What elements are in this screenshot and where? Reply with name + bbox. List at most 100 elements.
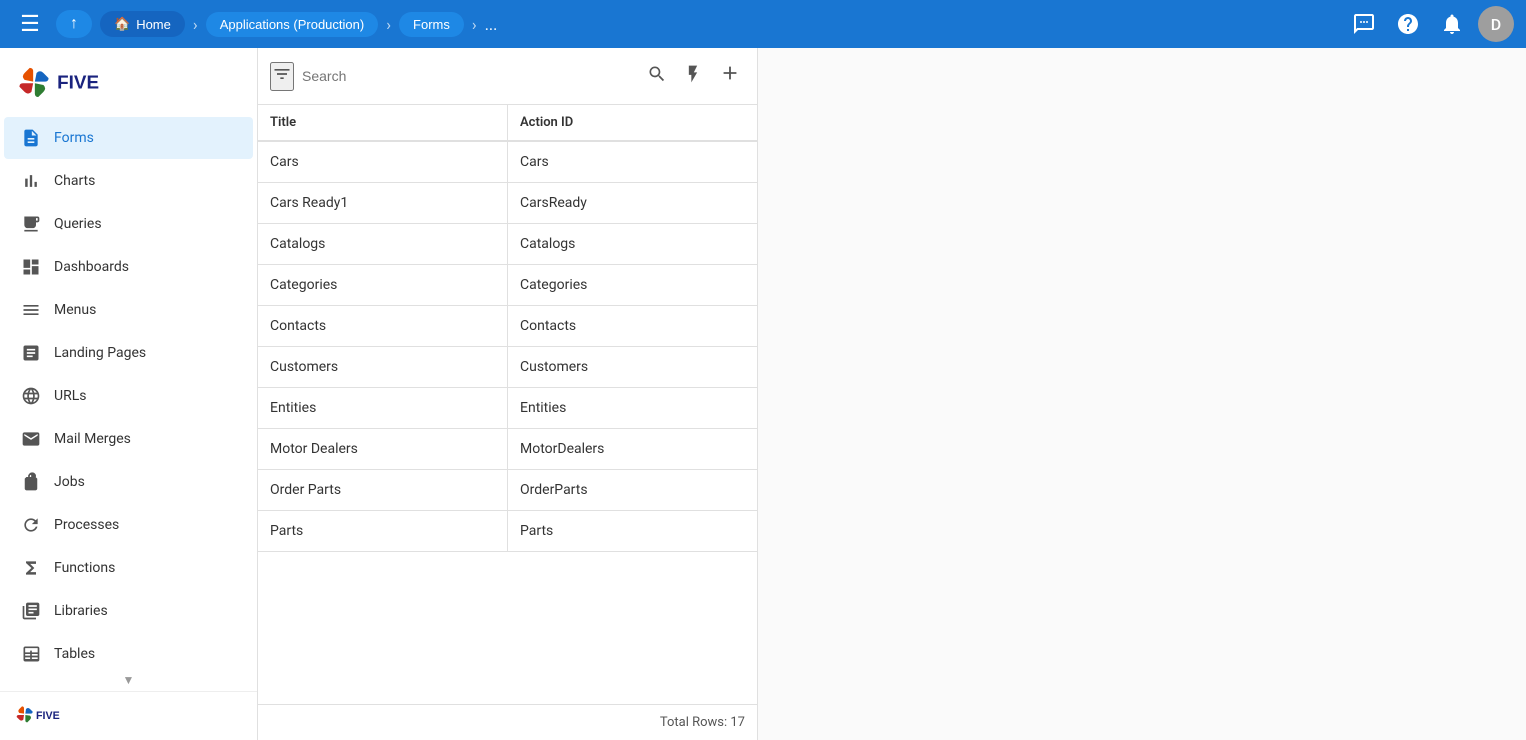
sidebar-scroll-indicator: ▼ <box>0 669 257 691</box>
processes-icon <box>20 514 42 536</box>
add-button[interactable] <box>715 58 745 94</box>
cell-action-id: OrderParts <box>507 470 757 510</box>
sidebar-item-forms[interactable]: Forms <box>4 117 253 159</box>
svg-text:FIVE: FIVE <box>36 710 60 722</box>
cell-title: Customers <box>258 347 507 387</box>
home-button[interactable]: 🏠 Home <box>100 11 185 37</box>
cell-title: Categories <box>258 265 507 305</box>
sidebar-item-libraries[interactable]: Libraries <box>4 590 253 632</box>
table-row[interactable]: EntitiesEntities <box>258 388 757 429</box>
breadcrumb-arrow-2: › <box>386 15 391 34</box>
mail-merges-icon <box>20 428 42 450</box>
sidebar-item-tables-label: Tables <box>54 646 95 662</box>
upload-icon: ↑ <box>70 15 78 33</box>
cell-title: Cars Ready1 <box>258 183 507 223</box>
topbar-icons: D <box>1346 6 1514 42</box>
urls-icon <box>20 385 42 407</box>
forms-breadcrumb[interactable]: Forms <box>399 12 464 37</box>
table-row[interactable]: ContactsContacts <box>258 306 757 347</box>
sidebar-item-urls-label: URLs <box>54 388 86 404</box>
cell-title: Entities <box>258 388 507 428</box>
sidebar-logo: FIVE <box>0 48 257 116</box>
sidebar-item-jobs[interactable]: Jobs <box>4 461 253 503</box>
upload-button[interactable]: ↑ <box>56 10 92 38</box>
applications-breadcrumb[interactable]: Applications (Production) <box>206 12 379 37</box>
sidebar-item-urls[interactable]: URLs <box>4 375 253 417</box>
sidebar-item-libraries-label: Libraries <box>54 603 108 619</box>
more-breadcrumbs[interactable]: ... <box>485 15 498 34</box>
sidebar-item-mail-merges[interactable]: Mail Merges <box>4 418 253 460</box>
sidebar-item-tables[interactable]: Tables <box>4 633 253 669</box>
avatar[interactable]: D <box>1478 6 1514 42</box>
topbar: ☰ ↑ 🏠 Home › Applications (Production) ›… <box>0 0 1526 48</box>
sidebar-item-dashboards-label: Dashboards <box>54 259 129 275</box>
table-body: CarsCarsCars Ready1CarsReadyCatalogsCata… <box>258 142 757 704</box>
detail-area <box>758 48 1526 740</box>
charts-icon <box>20 170 42 192</box>
sidebar-item-forms-label: Forms <box>54 130 94 146</box>
sidebar-item-mail-merges-label: Mail Merges <box>54 431 131 447</box>
cell-title: Parts <box>258 511 507 551</box>
cell-action-id: Cars <box>507 142 757 182</box>
search-button[interactable] <box>643 60 671 93</box>
main-layout: FIVE Forms Charts <box>0 48 1526 740</box>
jobs-icon <box>20 471 42 493</box>
dashboards-icon <box>20 256 42 278</box>
sidebar-item-queries[interactable]: Queries <box>4 203 253 245</box>
sidebar-item-processes[interactable]: Processes <box>4 504 253 546</box>
tables-icon <box>20 643 42 665</box>
search-input[interactable] <box>302 68 635 84</box>
sidebar-item-landing-pages-label: Landing Pages <box>54 345 146 361</box>
table-row[interactable]: Order PartsOrderParts <box>258 470 757 511</box>
table-row[interactable]: CategoriesCategories <box>258 265 757 306</box>
svg-text:FIVE: FIVE <box>57 71 99 92</box>
chat-icon[interactable] <box>1346 6 1382 42</box>
cell-title: Catalogs <box>258 224 507 264</box>
menu-icon[interactable]: ☰ <box>12 6 48 42</box>
forms-breadcrumb-label: Forms <box>413 17 450 32</box>
table-row[interactable]: Cars Ready1CarsReady <box>258 183 757 224</box>
column-header-action-id: Action ID <box>507 105 757 140</box>
home-icon: 🏠 <box>114 16 130 32</box>
list-panel: Title Action ID CarsCarsCars Ready1CarsR… <box>258 48 758 740</box>
cell-action-id: Entities <box>507 388 757 428</box>
table: Title Action ID CarsCarsCars Ready1CarsR… <box>258 105 757 740</box>
sidebar-item-charts[interactable]: Charts <box>4 160 253 202</box>
sidebar-item-menus-label: Menus <box>54 302 96 318</box>
table-row[interactable]: CarsCars <box>258 142 757 183</box>
table-footer: Total Rows: 17 <box>258 704 757 740</box>
forms-icon <box>20 127 42 149</box>
notifications-icon[interactable] <box>1434 6 1470 42</box>
cell-action-id: MotorDealers <box>507 429 757 469</box>
functions-icon <box>20 557 42 579</box>
breadcrumb-arrow-3: › <box>472 15 477 34</box>
filter-icon[interactable] <box>270 62 294 91</box>
table-row[interactable]: CustomersCustomers <box>258 347 757 388</box>
applications-label: Applications (Production) <box>220 17 365 32</box>
sidebar-item-functions[interactable]: Functions <box>4 547 253 589</box>
help-icon[interactable] <box>1390 6 1426 42</box>
cell-action-id: Contacts <box>507 306 757 346</box>
sidebar: FIVE Forms Charts <box>0 48 258 740</box>
breadcrumb-arrow-1: › <box>193 15 198 34</box>
table-row[interactable]: CatalogsCatalogs <box>258 224 757 265</box>
sidebar-item-dashboards[interactable]: Dashboards <box>4 246 253 288</box>
cell-action-id: CarsReady <box>507 183 757 223</box>
cell-title: Contacts <box>258 306 507 346</box>
lightning-icon[interactable] <box>679 60 707 93</box>
cell-action-id: Catalogs <box>507 224 757 264</box>
sidebar-item-landing-pages[interactable]: Landing Pages <box>4 332 253 374</box>
sidebar-item-queries-label: Queries <box>54 216 102 232</box>
libraries-icon <box>20 600 42 622</box>
cell-action-id: Customers <box>507 347 757 387</box>
sidebar-item-charts-label: Charts <box>54 173 95 189</box>
table-row[interactable]: PartsParts <box>258 511 757 552</box>
sidebar-item-menus[interactable]: Menus <box>4 289 253 331</box>
column-header-title: Title <box>258 105 507 140</box>
landing-pages-icon <box>20 342 42 364</box>
content-panel: Title Action ID CarsCarsCars Ready1CarsR… <box>258 48 1526 740</box>
table-row[interactable]: Motor DealersMotorDealers <box>258 429 757 470</box>
sidebar-item-jobs-label: Jobs <box>54 474 85 490</box>
menus-icon <box>20 299 42 321</box>
home-label: Home <box>136 17 171 32</box>
